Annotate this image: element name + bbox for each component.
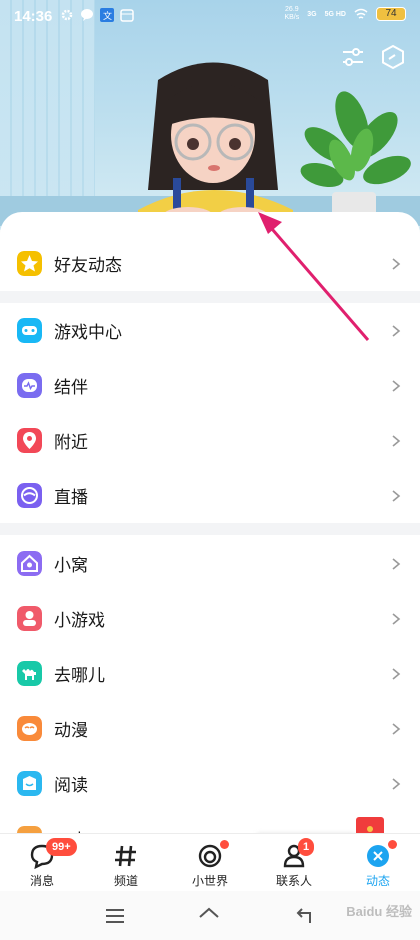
home-icon	[17, 551, 42, 576]
hash-icon	[115, 845, 136, 867]
menu-label-nest: 小窝	[54, 556, 88, 575]
section-divider	[0, 523, 420, 535]
tab-label: 联系人	[275, 874, 312, 888]
tab-feed[interactable]: 动态	[336, 834, 420, 892]
chevron-right-icon	[392, 257, 401, 270]
tab-label: 消息	[29, 874, 54, 888]
net-speed: 26.9 KB/s	[284, 6, 300, 21]
menu-label-mini-games: 小游戏	[54, 611, 105, 630]
hexagon-icon[interactable]	[380, 44, 406, 70]
tab-messages[interactable]: 99+ 消息	[0, 834, 84, 892]
anime-icon	[17, 716, 42, 741]
hero-banner[interactable]	[0, 0, 420, 230]
status-bar: 14:36 文 26.9 KB/s 3G 5G HD 74	[0, 0, 420, 34]
menu-label-where-to-go: 去哪儿	[54, 666, 105, 685]
menu-label-game-center: 游戏中心	[54, 323, 122, 342]
unread-badge: 99+	[46, 838, 77, 856]
menu-row-mini-games[interactable]: 小游戏	[0, 591, 420, 646]
system-nav-bar: Baidu 经验	[0, 891, 420, 940]
calendar-icon	[120, 9, 134, 22]
tab-label: 动态	[365, 874, 390, 888]
menu-row-companion[interactable]: 结伴	[0, 358, 420, 413]
tab-label: 频道	[113, 874, 138, 888]
mini-game-icon	[17, 606, 42, 631]
menu-card: 好友动态 游戏中心 结伴 附近 直播 小窝 小游戏 去哪儿 动漫 阅读	[0, 212, 420, 837]
network-5g: 5G HD	[324, 10, 346, 18]
chevron-right-icon	[392, 489, 401, 502]
avatar-illustration	[138, 62, 293, 230]
menu-row-where-to-go[interactable]: 去哪儿	[0, 646, 420, 701]
menu-row-nest[interactable]: 小窝	[0, 536, 420, 591]
notification-dot	[220, 840, 229, 849]
contact-badge: 1	[298, 838, 315, 856]
chevron-right-icon	[392, 612, 401, 625]
chat-icon	[81, 9, 93, 21]
menu-label-nearby: 附近	[54, 433, 88, 452]
svg-text:文: 文	[103, 10, 112, 22]
tab-label: 小世界	[191, 874, 228, 888]
chevron-right-icon	[392, 722, 401, 735]
chevron-right-icon	[392, 667, 401, 680]
tab-contacts[interactable]: 1 联系人	[252, 834, 336, 892]
bottom-tab-bar: 99+ 消息 频道 小世界 1 联系人 动态	[0, 833, 420, 891]
back-icon[interactable]	[292, 905, 314, 927]
menu-row-game-center[interactable]: 游戏中心	[0, 303, 420, 358]
status-time: 14:36	[14, 8, 53, 25]
menu-row-nearby[interactable]: 附近	[0, 413, 420, 468]
menu-label-companion: 结伴	[54, 378, 88, 397]
network-3g: 3G	[307, 10, 317, 18]
star-icon	[17, 251, 42, 276]
menu-label-friends-feed: 好友动态	[54, 256, 122, 275]
translate-icon: 文	[100, 8, 114, 22]
menu-row-friends-feed[interactable]: 好友动态	[0, 236, 420, 291]
camel-icon	[17, 661, 42, 686]
wifi-icon	[354, 8, 368, 19]
menu-row-anime[interactable]: 动漫	[0, 701, 420, 756]
gamepad-icon	[17, 318, 42, 343]
section-divider	[0, 291, 420, 303]
watermark: Baidu 经验	[346, 904, 412, 919]
gear-icon	[61, 9, 73, 21]
home-outline-icon[interactable]	[198, 905, 220, 927]
menu-row-reading[interactable]: 阅读	[0, 756, 420, 811]
menu-label-anime: 动漫	[54, 721, 88, 740]
chevron-right-icon	[392, 379, 401, 392]
chevron-right-icon	[392, 434, 401, 447]
menu-icon[interactable]	[104, 905, 126, 927]
book-icon	[17, 771, 42, 796]
sliders-icon[interactable]	[340, 44, 366, 70]
menu-label-live: 直播	[54, 488, 88, 507]
chevron-right-icon	[392, 777, 401, 790]
menu-label-reading: 阅读	[54, 776, 88, 795]
location-pin-icon	[17, 428, 42, 453]
tab-channels[interactable]: 频道	[84, 834, 168, 892]
tab-small-world[interactable]: 小世界	[168, 834, 252, 892]
chevron-right-icon	[392, 557, 401, 570]
live-icon	[17, 483, 42, 508]
battery-indicator: 74	[376, 7, 406, 21]
chevron-right-icon	[392, 324, 401, 337]
pulse-icon	[17, 373, 42, 398]
menu-row-live[interactable]: 直播	[0, 468, 420, 523]
notification-dot	[388, 840, 397, 849]
